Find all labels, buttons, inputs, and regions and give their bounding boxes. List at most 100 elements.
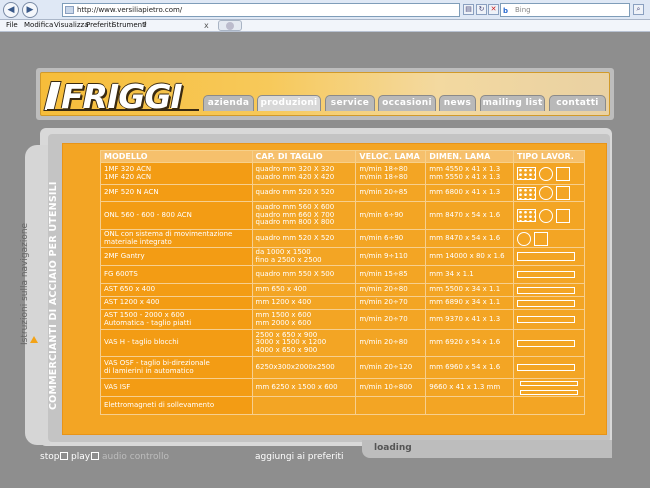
forward-icon[interactable]: ▶ (22, 2, 38, 18)
stop-checkbox[interactable] (60, 452, 68, 460)
play-button[interactable]: play (71, 452, 90, 462)
table-row: VAS OSF - taglio bi-direzionale di lamier… (100, 356, 586, 379)
new-tab-button[interactable] (218, 20, 242, 31)
cell-vel: m/min 20÷85 (355, 184, 427, 202)
table-row: FG 600TS quadro mm 550 X 500 m/min 15÷85 mm… (100, 265, 586, 284)
site-header: FRIGGI azienda produzioni service occasi… (40, 72, 610, 116)
cell-cap: 6250x300x2000x2500 (251, 356, 357, 379)
cell-vel: m/min 15÷85 (355, 265, 427, 284)
menu-strumenti[interactable]: Strumenti (112, 21, 147, 29)
col-modello: MODELLO (100, 150, 253, 163)
nav-tab-occasioni[interactable]: occasioni (378, 95, 436, 111)
menu-visualizza[interactable]: Visualizza (54, 21, 88, 29)
arrow-up-icon[interactable] (30, 336, 38, 343)
cap-line: mm 6250 x 1500 x 600 (255, 382, 338, 391)
cell-tipo (512, 296, 586, 310)
model-line: 1MF 420 ACN (104, 172, 152, 181)
back-icon[interactable]: ◀ (3, 2, 19, 18)
model-line: AST 1200 x 400 (104, 298, 160, 307)
cell-model: AST 650 x 400 (100, 283, 253, 297)
nav-tab-contatti[interactable]: contatti (549, 95, 606, 111)
navigation-instructions[interactable]: Istruzioni sulla navigazione (20, 223, 40, 345)
cap-line: mm 1200 x 400 (255, 298, 312, 307)
nav-tab-mailing-list[interactable]: mailing list (480, 95, 545, 111)
cell-model: AST 1500 - 2000 x 600 Automatica - taglio… (100, 309, 253, 330)
nav-tab-azienda[interactable]: azienda (203, 95, 254, 111)
dim-line: mm 6920 x 54 x 1.6 (429, 338, 501, 347)
menu-file[interactable]: File (6, 21, 18, 29)
model-line: di lamierini in automatico (104, 366, 194, 375)
menu-help[interactable]: ? (143, 21, 147, 29)
cell-dim: mm 8470 x 54 x 1.6 (425, 229, 514, 248)
table-row: VAS H - taglio blocchi 2500 x 650 x 900 30… (100, 329, 586, 357)
vel-line: m/min 15÷85 (359, 269, 408, 278)
nav-tab-news[interactable]: news (439, 95, 476, 111)
cell-cap: quadro mm 560 X 600 quadro mm 660 X 700 qu… (251, 201, 357, 230)
cell-dim (425, 396, 514, 415)
vel-line: m/min 10÷800 (359, 382, 413, 391)
logo-underline (47, 109, 199, 111)
catalog-table: MODELLO CAP. DI TAGLIO VELOC. LAMA DIMEN… (100, 150, 586, 415)
cell-dim: mm 5500 x 34 x 1.1 (425, 283, 514, 297)
shape-rect-s-icon (516, 271, 575, 278)
shape-circle-icon (538, 186, 553, 200)
cell-tipo (512, 201, 586, 230)
cell-tipo (512, 247, 586, 266)
nav-tab-service[interactable]: service (325, 95, 375, 111)
model-line: materiale integrato (104, 237, 172, 246)
vel-line: m/min 9÷110 (359, 251, 408, 260)
shape-grid-icon (516, 209, 536, 222)
shape-square-icon (555, 186, 570, 200)
cell-cap: mm 6250 x 1500 x 600 (251, 378, 357, 397)
compatibility-icon[interactable]: ▤ (463, 4, 474, 15)
dim-line: mm 9370 x 41 x 1.3 (429, 314, 501, 323)
cap-line: fino a 2500 x 2500 (255, 255, 322, 264)
logo-mark (43, 81, 62, 111)
model-line: Automatica - taglio piatti (104, 318, 192, 327)
nav-tab-produzioni[interactable]: produzioni (257, 95, 321, 111)
cell-dim: mm 4550 x 41 x 1.3 mm 5550 x 41 x 1.3 (425, 162, 514, 185)
shape-circle-icon (538, 166, 553, 181)
table-row: ONL 560 - 600 - 800 ACN quadro mm 560 X 6… (100, 201, 586, 230)
vel-line: m/min 20÷85 (359, 188, 408, 197)
stop-icon[interactable]: ✕ (488, 4, 499, 15)
shape-rect-s-icon (516, 299, 575, 307)
cell-vel: m/min 20÷70 (355, 296, 427, 310)
model-line: ONL 560 - 600 - 800 ACN (104, 210, 192, 219)
cell-vel: m/min 20÷70 (355, 309, 427, 330)
cell-dim: mm 6800 x 41 x 1.3 (425, 184, 514, 202)
dim-line: mm 14000 x 80 x 1.6 (429, 251, 505, 260)
cell-model: 2MF Gantry (100, 247, 253, 266)
table-row: VAS ISF mm 6250 x 1500 x 600 m/min 10÷800 9… (100, 378, 586, 397)
search-input[interactable]: b Bing (500, 3, 630, 17)
cap-line: quadro mm 800 X 800 (255, 218, 335, 227)
shape-grid-icon (516, 186, 536, 200)
menu-modifica[interactable]: Modifica (24, 21, 53, 29)
address-bar[interactable]: http://www.versiliapietro.com/ (62, 3, 460, 17)
address-text: http://www.versiliapietro.com/ (77, 6, 183, 14)
audio-control[interactable]: audio controllo (102, 452, 169, 462)
close-tab-icon[interactable]: x (204, 21, 209, 30)
col-tipo-lavor: TIPO LAVOR. (512, 150, 586, 163)
browser-menubar: File Modifica Visualizza Preferiti Strum… (0, 20, 650, 32)
table-row: ONL con sistema di movimentazione materia… (100, 229, 586, 248)
refresh-icon[interactable]: ↻ (476, 4, 487, 15)
search-go-icon[interactable]: ⌕ (633, 4, 644, 15)
add-to-favorites-link[interactable]: aggiungi ai preferiti (255, 452, 344, 462)
shape-circle-icon (538, 208, 553, 223)
cap-line: quadro mm 520 X 520 (255, 188, 335, 197)
shape-flat-bar-icon (519, 381, 578, 386)
vel-line: m/min 20÷80 (359, 285, 408, 294)
model-line: 2MF 520 N ACN (104, 188, 159, 197)
cell-dim: mm 6890 x 34 x 1.1 (425, 296, 514, 310)
cell-vel: m/min 6÷90 (355, 229, 427, 248)
cell-tipo (512, 265, 586, 284)
menu-preferiti[interactable]: Preferiti (86, 21, 113, 29)
cell-vel: m/min 20÷80 (355, 329, 427, 357)
cell-cap: da 1000 x 1500 fino a 2500 x 2500 (251, 247, 357, 266)
cell-cap (251, 396, 357, 415)
play-checkbox[interactable] (91, 452, 99, 460)
stop-button[interactable]: stop (40, 452, 59, 462)
cell-cap: mm 650 x 400 (251, 283, 357, 297)
search-placeholder: Bing (515, 6, 531, 14)
